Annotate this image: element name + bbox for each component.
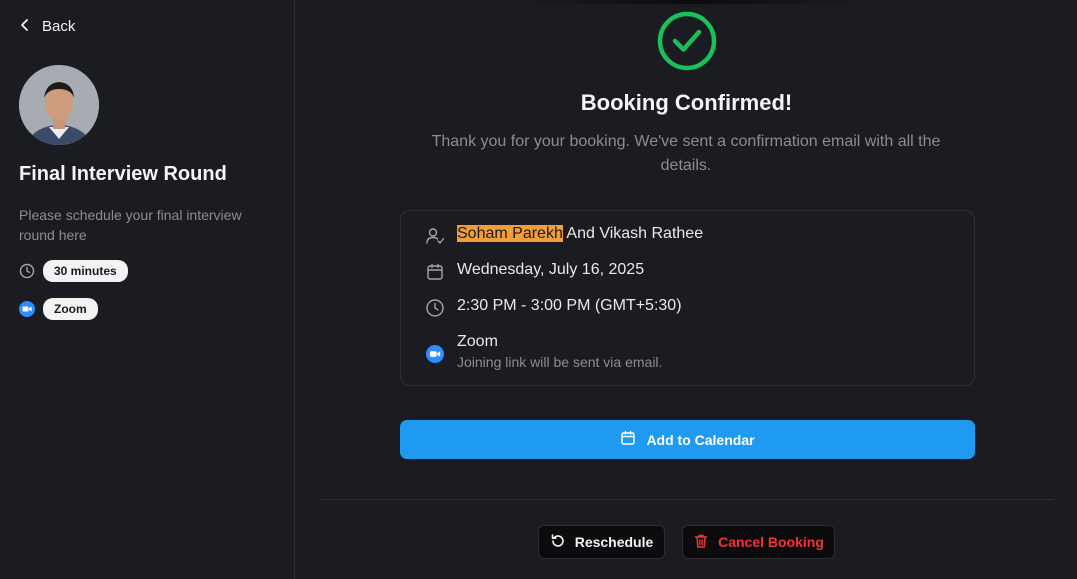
attendee-rest: And Vikash Rathee — [562, 225, 704, 242]
event-description: Please schedule your final interview rou… — [19, 207, 242, 243]
zoom-icon — [425, 344, 445, 364]
back-button[interactable]: Back — [20, 18, 75, 35]
attendees-text: Soham Parekh And Vikash Rathee — [457, 225, 703, 243]
reschedule-button[interactable]: Reschedule — [538, 525, 665, 559]
cancel-booking-button[interactable]: Cancel Booking — [682, 525, 835, 559]
user-check-icon — [425, 226, 445, 246]
event-title: Final Interview Round — [19, 163, 227, 185]
booking-time: 2:30 PM - 3:00 PM (GMT+5:30) — [457, 297, 682, 314]
divider — [319, 499, 1054, 500]
avatar — [19, 65, 99, 145]
check-circle-icon — [656, 10, 718, 72]
rotate-ccw-icon — [550, 533, 566, 552]
top-shadow — [516, 0, 866, 4]
add-to-calendar-button[interactable]: Add to Calendar — [400, 420, 975, 459]
location-row: Zoom — [19, 298, 98, 320]
booking-confirmation-page: Back Final Interview Round Please schedu… — [0, 0, 1077, 579]
location-name: Zoom — [457, 333, 498, 350]
event-sidebar: Back Final Interview Round Please schedu… — [0, 0, 295, 579]
trash-icon — [693, 533, 709, 552]
duration-row: 30 minutes — [19, 260, 128, 282]
location-text: Zoom Joining link will be sent via email… — [457, 333, 662, 370]
add-to-calendar-label: Add to Calendar — [646, 431, 755, 448]
cancel-booking-label: Cancel Booking — [718, 534, 824, 550]
duration-badge: 30 minutes — [43, 260, 128, 282]
location-detail-row: Zoom Joining link will be sent via email… — [425, 333, 662, 370]
confirmation-title: Booking Confirmed! — [580, 90, 793, 115]
clock-icon — [19, 263, 35, 279]
attendees-row: Soham Parekh And Vikash Rathee — [425, 225, 703, 246]
back-label: Back — [42, 18, 76, 35]
clock-icon — [425, 298, 445, 318]
confirmation-subtitle: Thank you for your booking. We've sent a… — [431, 133, 941, 174]
zoom-icon — [19, 301, 35, 317]
booking-details-card: Soham Parekh And Vikash Rathee Wednesday… — [400, 210, 975, 386]
time-row: 2:30 PM - 3:00 PM (GMT+5:30) — [425, 297, 682, 318]
location-badge: Zoom — [43, 298, 98, 320]
attendee-highlight: Soham Parekh — [457, 225, 563, 242]
date-row: Wednesday, July 16, 2025 — [425, 261, 644, 282]
calendar-icon — [425, 262, 445, 282]
chevron-left-icon — [20, 18, 30, 35]
booking-date: Wednesday, July 16, 2025 — [457, 261, 645, 278]
confirmation-panel: Booking Confirmed! Thank you for your bo… — [296, 0, 1077, 579]
calendar-icon — [620, 430, 636, 449]
reschedule-label: Reschedule — [574, 534, 654, 550]
location-note: Joining link will be sent via email. — [457, 354, 663, 370]
